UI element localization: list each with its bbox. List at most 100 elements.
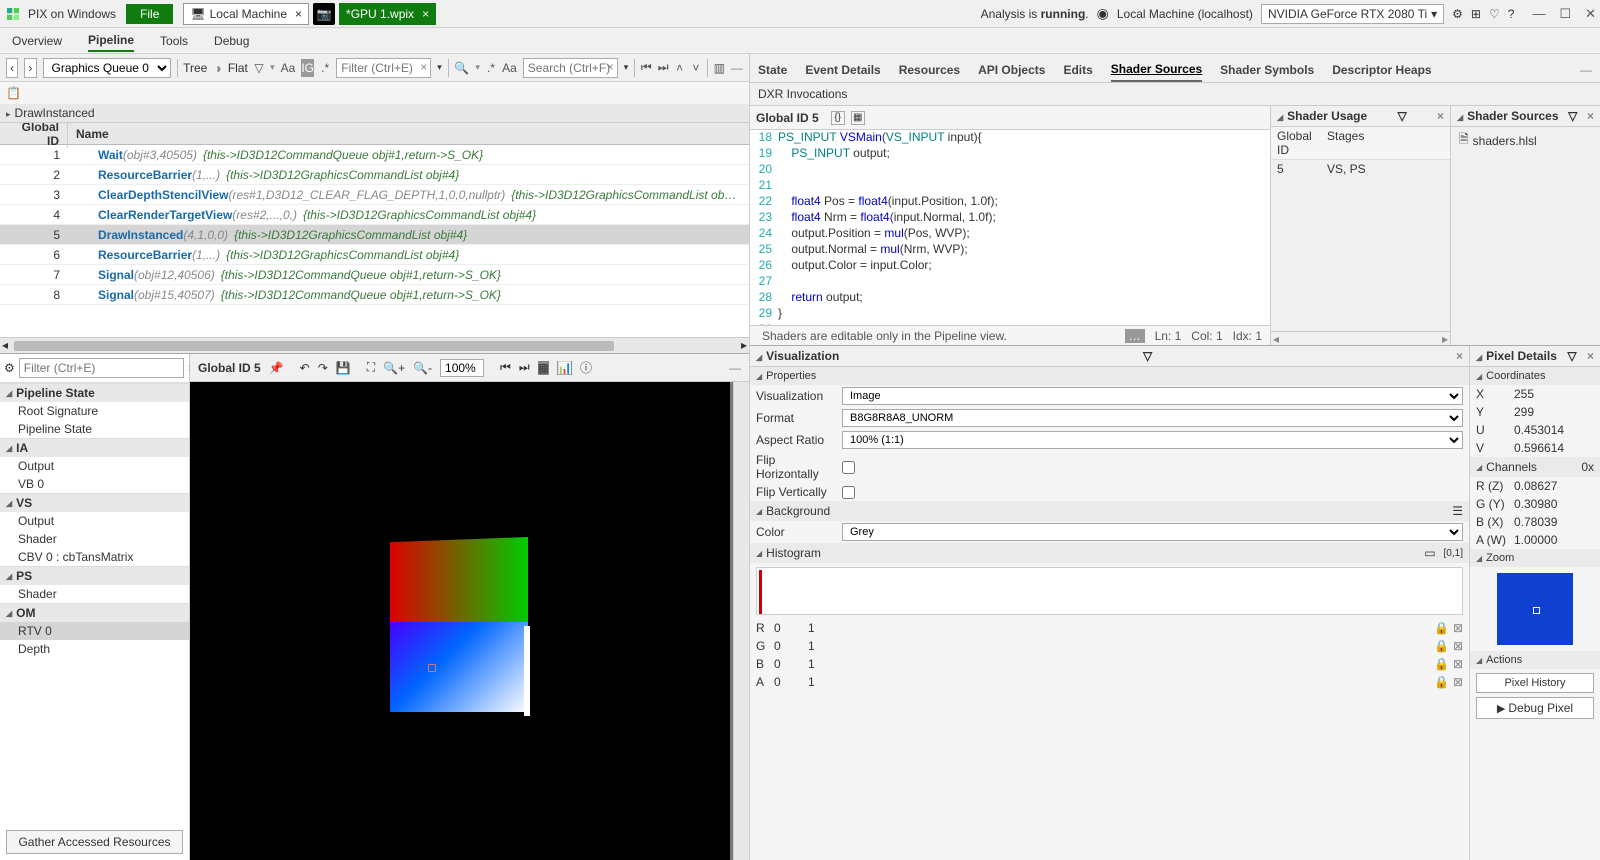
pipeline-filter-input[interactable] [19, 358, 184, 378]
close-icon[interactable]: × [1587, 109, 1594, 123]
source-file-item[interactable]: 🗎shaders.hlsl [1451, 127, 1600, 154]
panel-minimize-icon[interactable]: — [1580, 63, 1592, 77]
tree-group[interactable]: VS [0, 493, 189, 512]
queue-selector[interactable]: Graphics Queue 0 [43, 58, 171, 78]
columns-icon[interactable]: ▥ [714, 59, 725, 77]
gear-icon[interactable]: ⚙ [4, 361, 15, 375]
event-row[interactable]: 1Wait(obj#3,40505){this->ID3D12CommandQu… [0, 145, 749, 165]
aspect-ratio-select[interactable]: 100% (1:1) [842, 431, 1463, 449]
event-row[interactable]: 8Signal(obj#15,40507){this->ID3D12Comman… [0, 285, 749, 305]
search-icon[interactable]: 🔍 [454, 59, 469, 77]
undo-icon[interactable]: ↶ [300, 361, 310, 375]
tab-descriptor-heaps[interactable]: Descriptor Heaps [1332, 59, 1431, 81]
tree-group[interactable]: Pipeline State [0, 383, 189, 402]
histogram-mode-icon[interactable]: 📊 [557, 361, 572, 375]
flip-h-checkbox[interactable] [842, 461, 855, 474]
visualization-select[interactable]: Image [842, 387, 1463, 405]
section-channels[interactable]: Channels0x [1470, 457, 1600, 477]
gather-resources-button[interactable]: Gather Accessed Resources [6, 830, 183, 854]
zoom-input[interactable] [440, 359, 484, 377]
panel-minimize-icon[interactable]: — [731, 61, 743, 75]
section-properties[interactable]: Properties [750, 367, 1469, 385]
tree-leaf[interactable]: Shader [0, 585, 189, 603]
camera-icon[interactable]: 📷 [313, 3, 335, 25]
first-icon[interactable]: ⏮ [641, 59, 652, 77]
grid-icon[interactable]: ▦ [851, 111, 865, 125]
tree-leaf[interactable]: Root Signature [0, 402, 189, 420]
close-icon[interactable]: × [1437, 109, 1444, 123]
nav-forward-button[interactable]: › [24, 58, 36, 78]
tab-dxr-invocations[interactable]: DXR Invocations [758, 87, 847, 101]
menu-overview[interactable]: Overview [12, 31, 62, 51]
tab-shader-sources[interactable]: Shader Sources [1111, 58, 1202, 82]
lock-icon[interactable]: 🔒 [1434, 621, 1449, 635]
tree-leaf[interactable]: Output [0, 512, 189, 530]
settings-icon[interactable]: ⚙ [1452, 7, 1463, 21]
filter-icon[interactable]: ▽ [1397, 109, 1406, 123]
flip-v-checkbox[interactable] [842, 486, 855, 499]
redo-icon[interactable]: ↷ [318, 361, 328, 375]
tab-resources[interactable]: Resources [899, 59, 960, 81]
tab-api-objects[interactable]: API Objects [978, 59, 1045, 81]
lock-icon[interactable]: 🔒 [1434, 675, 1449, 689]
event-row[interactable]: 2ResourceBarrier(1,...){this->ID3D12Grap… [0, 165, 749, 185]
panel-minimize-icon[interactable]: — [729, 361, 741, 375]
usage-row[interactable]: 5VS, PS [1271, 160, 1450, 178]
menu-debug[interactable]: Debug [214, 31, 249, 51]
debug-pixel-button[interactable]: ▶ Debug Pixel [1476, 697, 1594, 719]
tab-event-details[interactable]: Event Details [805, 59, 880, 81]
filter-icon[interactable]: ▽ [1143, 349, 1152, 363]
chevron-down-icon[interactable]: ▾ [624, 62, 629, 73]
match-case-icon[interactable]: Aa [281, 59, 296, 77]
overflow-icon[interactable]: … [1125, 329, 1145, 343]
scroll-left-icon[interactable]: ◂ [1273, 332, 1279, 345]
zoom-in-icon[interactable]: 🔍+ [383, 361, 405, 375]
events-section-header[interactable]: DrawInstanced [0, 104, 749, 123]
tab-local-machine[interactable]: 🖥 Local Machine × [183, 3, 309, 25]
bg-color-select[interactable]: Grey [842, 523, 1463, 541]
event-row[interactable]: 5DrawInstanced(4,1,0,0){this->ID3D12Grap… [0, 225, 749, 245]
event-row[interactable]: 3ClearDepthStencilView(res#1,D3D12_CLEAR… [0, 185, 749, 205]
regex-icon[interactable]: .* [320, 59, 330, 77]
scroll-right-icon[interactable]: ▸ [1442, 332, 1448, 345]
event-row[interactable]: 6ResourceBarrier(1,...){this->ID3D12Grap… [0, 245, 749, 265]
filter-icon[interactable]: ▽ [1568, 109, 1577, 123]
remove-icon[interactable]: ⊠ [1453, 621, 1463, 635]
section-zoom[interactable]: Zoom [1470, 549, 1600, 567]
braces-icon[interactable]: {} [831, 111, 845, 125]
layout-icon[interactable]: ⊞ [1471, 7, 1481, 21]
chevron-down-icon[interactable]: ▾ [437, 62, 442, 73]
remove-icon[interactable]: ⊠ [1453, 639, 1463, 653]
filter-icon[interactable]: ▽ [1567, 349, 1576, 363]
events-filter-input[interactable] [336, 58, 431, 78]
stop-icon[interactable]: ◉ [1097, 5, 1109, 22]
tree-group[interactable]: OM [0, 603, 189, 622]
tree-leaf[interactable]: RTV 0 [0, 622, 189, 640]
last-icon[interactable]: ⏭ [658, 59, 669, 77]
tree-leaf[interactable]: Shader [0, 530, 189, 548]
clipboard-icon[interactable]: 📋 [6, 86, 21, 100]
tree-leaf[interactable]: VB 0 [0, 475, 189, 493]
section-actions[interactable]: Actions [1470, 651, 1600, 669]
list-icon[interactable]: ☰ [1452, 504, 1463, 518]
help-icon[interactable]: ? [1508, 7, 1515, 21]
up-icon[interactable]: ˄ [675, 59, 685, 77]
match-case-icon[interactable]: Aa [502, 59, 517, 77]
events-search-input[interactable] [523, 58, 618, 78]
down-icon[interactable]: ˅ [691, 59, 701, 77]
menu-tools[interactable]: Tools [160, 31, 188, 51]
image-mode-icon[interactable]: ▦ [538, 361, 549, 375]
menu-pipeline[interactable]: Pipeline [88, 30, 134, 52]
events-hscroll[interactable]: ◂▸ [0, 337, 749, 353]
render-target-viewport[interactable] [190, 382, 730, 860]
tree-leaf[interactable]: Depth [0, 640, 189, 658]
minimize-button[interactable]: — [1532, 6, 1545, 22]
clear-icon[interactable]: × [420, 60, 427, 74]
filter-icon[interactable]: ▽ [254, 59, 264, 77]
tree-group[interactable]: IA [0, 438, 189, 457]
pixel-history-button[interactable]: Pixel History [1476, 673, 1594, 693]
histogram-icon[interactable]: ▭ [1424, 546, 1435, 560]
remove-icon[interactable]: ⊠ [1453, 675, 1463, 689]
col-global-id[interactable]: Global ID [0, 123, 68, 148]
format-select[interactable]: B8G8R8A8_UNORM [842, 409, 1463, 427]
